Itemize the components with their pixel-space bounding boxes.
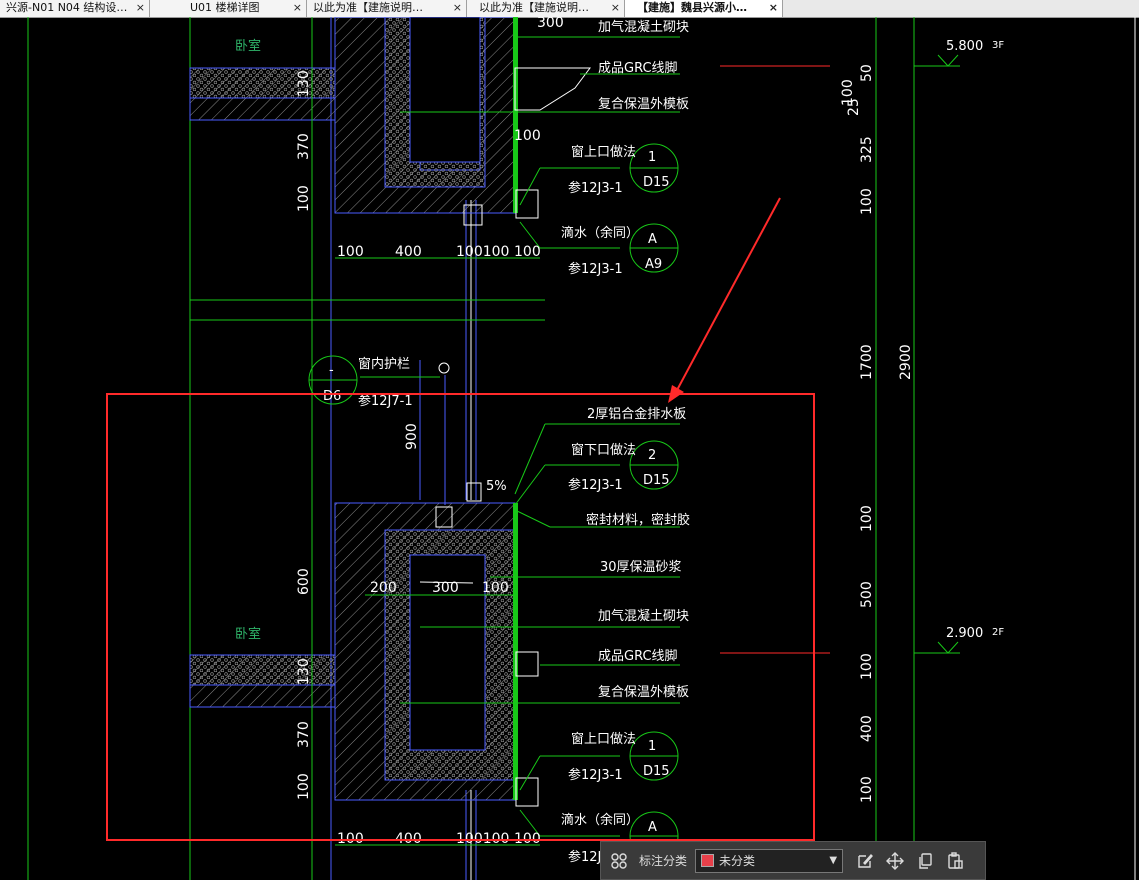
window-guard xyxy=(419,360,482,505)
note-drain-board: 2厚铝合金排水板 xyxy=(587,406,686,422)
dim-label: 50 xyxy=(859,64,875,82)
level-value: 2.900 xyxy=(946,626,983,641)
note-insul-mortar: 30厚保温砂浆 xyxy=(600,560,682,575)
dim-label: 25 xyxy=(846,98,862,116)
tab-structure-design[interactable]: 兴源-N01 N04 结构设… × xyxy=(0,0,150,17)
chevron-down-icon: ▼ xyxy=(829,854,838,866)
dim-label: 100 xyxy=(296,773,312,800)
room-label: 卧室 xyxy=(235,626,261,642)
level-marks: 5.800 3F 2.900 2F xyxy=(946,39,1004,641)
callout-sheet: D15 xyxy=(643,473,670,488)
dim-label: 600 xyxy=(296,568,312,595)
category-value: 未分类 xyxy=(719,854,756,868)
tab-label: 以此为准【建施说明… xyxy=(313,1,423,14)
dim-label: 100 xyxy=(859,188,875,215)
dim-label: 1700 xyxy=(859,344,875,380)
note-grc-molding: 成品GRC线脚 xyxy=(598,648,678,664)
level-floor: 3F xyxy=(992,40,1004,51)
note-reference: 参12J3-1 xyxy=(568,180,623,196)
note-ext-formwork: 复合保温外模板 xyxy=(598,97,689,112)
tab-label: 【建施】魏县兴源小… xyxy=(637,1,747,14)
grid-icon[interactable] xyxy=(607,849,631,873)
tab-label: 以此为准【建施说明… xyxy=(479,1,589,14)
note-reference: 参12J3-1 xyxy=(568,477,623,493)
dim-label: 100 xyxy=(859,653,875,680)
level-floor: 2F xyxy=(992,627,1004,638)
tab-arch-weixian[interactable]: 【建施】魏县兴源小… × xyxy=(625,0,783,17)
tab-stair-detail[interactable]: U01 楼梯详图 × xyxy=(150,0,307,17)
dim-label: 100 xyxy=(859,505,875,532)
note-window-head: 窗上口做法 xyxy=(571,144,636,160)
callout-sheet: D6 xyxy=(323,389,341,404)
dim-label: 500 xyxy=(859,581,875,608)
dim-label: 100 xyxy=(296,185,312,212)
note-window-guard: 窗内护栏 xyxy=(358,356,410,372)
callout-sheet: D15 xyxy=(643,175,670,190)
dim-label: 200 xyxy=(370,580,397,596)
note-slope: 5% xyxy=(486,479,507,494)
callout-number: A xyxy=(648,232,657,247)
dim-label: 130 xyxy=(296,70,312,97)
tab-arch-notes-2[interactable]: 以此为准【建施说明… × xyxy=(467,0,625,17)
category-dropdown[interactable]: 未分类 ▼ xyxy=(695,848,844,873)
close-icon[interactable]: × xyxy=(769,0,778,16)
dim-label: 370 xyxy=(296,721,312,748)
upper-wall-section xyxy=(189,17,591,321)
dim-label: 325 xyxy=(859,136,875,163)
callout-sheet: A9 xyxy=(645,257,662,272)
annotation-toolbar: 标注分类 未分类 ▼ xyxy=(600,841,986,880)
dim-label: 900 xyxy=(404,423,420,450)
room-label: 卧室 xyxy=(235,38,261,54)
callout-number: - xyxy=(329,363,334,378)
cad-drawing-canvas[interactable]: 卧室 卧室 加气混凝土砌块 成品GRC线脚 复合保温外模板 窗上口做法 参12J… xyxy=(0,17,1139,880)
note-aac-block: 加气混凝土砌块 xyxy=(598,608,689,624)
note-reference: 参12J7-1 xyxy=(358,393,413,409)
tab-arch-notes-1[interactable]: 以此为准【建施说明… × xyxy=(307,0,467,17)
note-window-head: 窗上口做法 xyxy=(571,731,636,747)
paste-icon[interactable] xyxy=(943,849,967,873)
callout-sheet: D15 xyxy=(643,764,670,779)
callout-number: 2 xyxy=(648,448,656,463)
close-icon[interactable]: × xyxy=(293,0,302,16)
category-color-swatch xyxy=(701,854,715,867)
note-reference: 参12J3-1 xyxy=(568,261,623,277)
dim-label: 100 xyxy=(482,580,509,596)
tab-label: U01 楼梯详图 xyxy=(190,1,260,14)
close-icon[interactable]: × xyxy=(136,0,145,16)
note-drip: 滴水（余同） xyxy=(561,812,639,828)
dim-label: 400 xyxy=(859,715,875,742)
document-tab-bar: 兴源-N01 N04 结构设… × U01 楼梯详图 × 以此为准【建施说明… × 以… xyxy=(0,0,1139,18)
callout-number: 1 xyxy=(648,150,656,165)
note-sealant: 密封材料，密封胶 xyxy=(586,512,690,528)
dim-label: 130 xyxy=(296,658,312,685)
dim-label: 300 xyxy=(537,17,564,31)
lower-wall-section xyxy=(189,502,539,807)
tab-label: 兴源-N01 N04 结构设… xyxy=(6,1,128,14)
dim-label: 100 xyxy=(859,776,875,803)
dim-label: 100 xyxy=(514,128,541,144)
move-icon[interactable] xyxy=(883,849,907,873)
note-aac-block: 加气混凝土砌块 xyxy=(598,19,689,35)
dim-label: 370 xyxy=(296,133,312,160)
note-grc-molding: 成品GRC线脚 xyxy=(598,60,678,76)
copy-icon[interactable] xyxy=(913,849,937,873)
note-window-sill: 窗下口做法 xyxy=(571,442,636,458)
close-icon[interactable]: × xyxy=(611,0,620,16)
dim-label: 400 xyxy=(395,244,422,260)
dim-label: 100 xyxy=(337,244,364,260)
dim-label: 2900 xyxy=(898,344,914,380)
dim-label: 100100 xyxy=(456,244,509,260)
callout-number: 1 xyxy=(648,739,656,754)
edit-icon[interactable] xyxy=(853,849,877,873)
dim-label: 100 xyxy=(514,244,541,260)
dim-label: 300 xyxy=(432,580,459,596)
level-value: 5.800 xyxy=(946,39,983,54)
callout-number: A xyxy=(648,820,657,835)
close-icon[interactable]: × xyxy=(453,0,462,16)
note-drip: 滴水（余同） xyxy=(561,225,639,241)
note-reference: 参12J3-1 xyxy=(568,767,623,783)
note-ext-formwork: 复合保温外模板 xyxy=(598,685,689,700)
category-label: 标注分类 xyxy=(639,854,688,868)
